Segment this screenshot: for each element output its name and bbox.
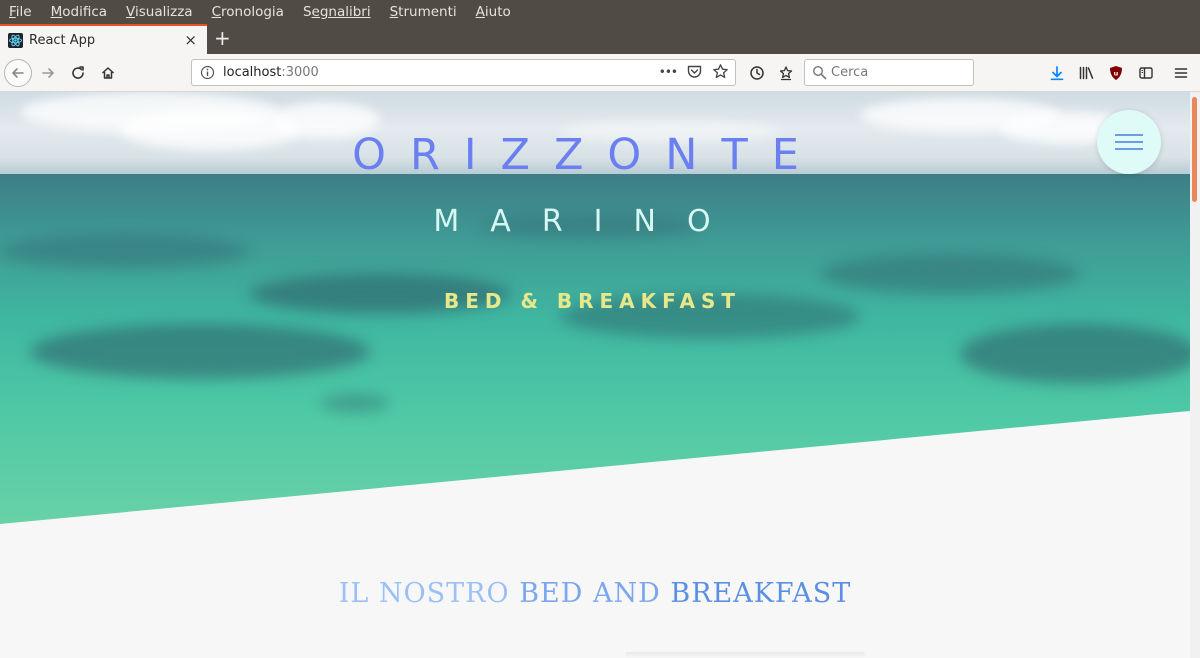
reload-button[interactable] <box>64 59 92 87</box>
library-button[interactable] <box>1073 59 1099 87</box>
menu-modifica[interactable]: Modifica <box>51 4 107 20</box>
search-icon <box>812 65 827 84</box>
brand-title: ORIZZONTE <box>352 130 823 180</box>
page-scrollbar[interactable] <box>1190 92 1200 658</box>
page-content: ORIZZONTE MARINO BED & BREAKFAST IL NOST… <box>0 92 1200 658</box>
ublock-shield-icon: u <box>1110 66 1122 80</box>
menu-aiuto[interactable]: Aiuto <box>476 4 511 20</box>
hamburger-menu-button[interactable] <box>1097 110 1161 174</box>
forward-button[interactable] <box>34 59 62 87</box>
forward-arrow-icon <box>42 68 54 78</box>
tab-close-icon[interactable]: × <box>184 31 197 49</box>
clock-icon <box>750 66 764 80</box>
hamburger-menu-icon <box>1174 68 1188 78</box>
downloads-button[interactable] <box>1044 59 1070 87</box>
url-bar[interactable]: localhost:3000 ••• <box>191 59 736 86</box>
library-icon <box>1079 66 1093 80</box>
site-info-icon[interactable] <box>200 65 215 84</box>
screenshot-icon <box>779 66 793 81</box>
reload-icon <box>72 66 84 79</box>
bookmark-star-icon[interactable] <box>712 63 729 80</box>
open-menu-button[interactable] <box>1168 59 1194 87</box>
brand-tagline: BED & BREAKFAST <box>443 289 742 313</box>
svg-text:u: u <box>1114 70 1119 78</box>
hamburger-line <box>1115 141 1143 143</box>
search-input[interactable] <box>831 63 969 82</box>
back-button[interactable] <box>4 59 32 87</box>
brand-subtitle: MARINO <box>433 204 742 239</box>
menu-cronologia[interactable]: Cronologia <box>212 4 284 20</box>
sidebar-button[interactable] <box>1133 59 1159 87</box>
nav-bar: localhost:3000 ••• u <box>0 54 1200 92</box>
scrollbar-thumb[interactable] <box>1192 97 1197 202</box>
hamburger-line <box>1115 148 1143 150</box>
sidebar-icon <box>1139 67 1153 79</box>
menu-bar: File Modifica Visualizza Cronologia Segn… <box>0 0 1200 24</box>
section-title: IL NOSTRO BED AND BREAKFAST <box>338 578 852 609</box>
tab-title: React App <box>29 32 96 48</box>
screenshot-button[interactable] <box>772 59 800 87</box>
hamburger-line <box>1115 134 1143 136</box>
back-arrow-icon <box>12 68 24 78</box>
history-button[interactable] <box>743 59 771 87</box>
new-tab-button[interactable]: + <box>214 26 231 50</box>
menu-strumenti[interactable]: Strumenti <box>390 4 457 20</box>
home-button[interactable] <box>94 59 122 87</box>
ublock-button[interactable]: u <box>1103 59 1129 87</box>
url-text[interactable]: localhost:3000 <box>223 65 319 80</box>
menu-visualizza[interactable]: Visualizza <box>126 4 193 20</box>
tab-strip: React App × + <box>0 24 1200 54</box>
search-bar[interactable] <box>804 59 974 86</box>
download-icon <box>1050 66 1064 81</box>
react-icon <box>8 32 23 48</box>
card-edge <box>625 652 865 658</box>
page-actions-icon[interactable]: ••• <box>659 65 678 79</box>
pocket-icon[interactable] <box>686 63 703 80</box>
home-icon <box>101 67 115 79</box>
tab-react-app[interactable]: React App × <box>0 24 207 54</box>
menu-segnalibri[interactable]: Segnalibri <box>303 4 371 20</box>
menu-file[interactable]: File <box>9 4 32 20</box>
